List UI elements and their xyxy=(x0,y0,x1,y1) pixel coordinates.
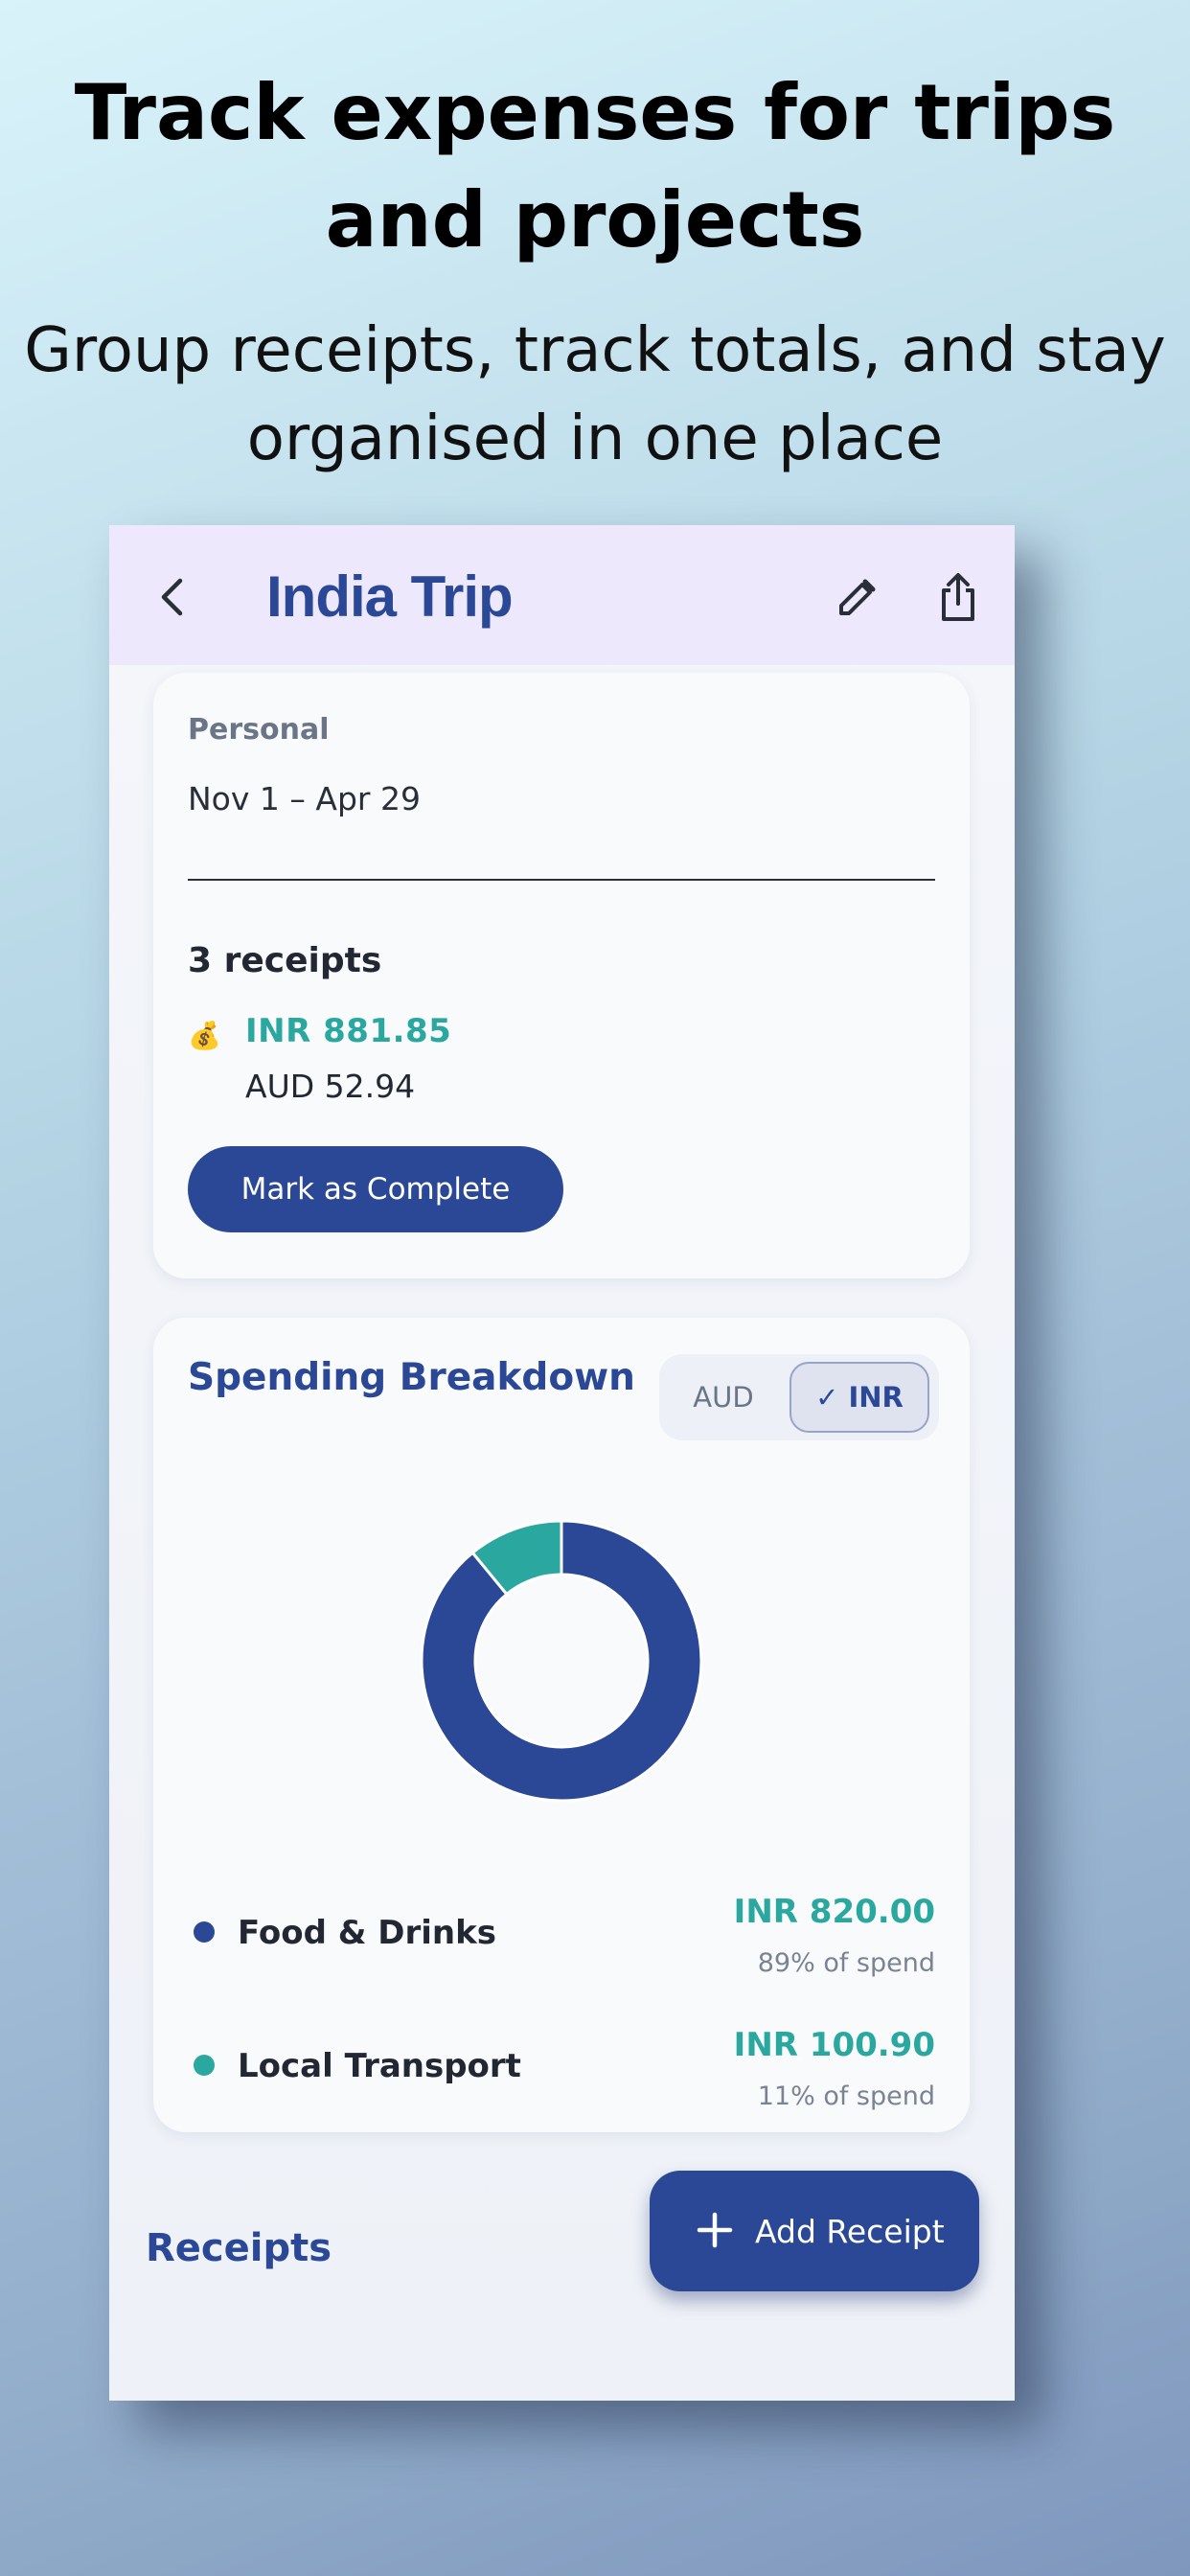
receipts-count: 3 receipts xyxy=(188,941,382,980)
check-icon: ✓ xyxy=(815,1381,839,1414)
trip-summary-card: Personal Nov 1 – Apr 29 3 receipts 💰 INR… xyxy=(153,673,970,1278)
share-icon[interactable] xyxy=(935,571,981,625)
currency-toggle: AUD ✓ INR xyxy=(659,1354,939,1440)
legend-dot xyxy=(194,2055,215,2076)
spending-breakdown-card: Spending Breakdown AUD ✓ INR Food & Drin… xyxy=(153,1318,970,2132)
divider xyxy=(188,879,935,881)
legend-name: Food & Drinks xyxy=(238,1914,496,1952)
total-secondary-currency: AUD 52.94 xyxy=(245,1068,416,1105)
page-title: India Trip xyxy=(266,564,514,629)
donut-chart xyxy=(420,1519,703,1803)
promo-subhead: Group receipts, track totals, and stay o… xyxy=(24,315,1166,474)
category-label: Personal xyxy=(188,713,330,747)
phone-screen: India Trip Personal Nov 1 – Apr 29 3 rec… xyxy=(109,525,1015,2401)
legend-share: 11% of spend xyxy=(757,2082,935,2111)
plus-icon xyxy=(692,2207,738,2253)
receipts-section-title: Receipts xyxy=(146,2226,332,2270)
legend-amount: INR 100.90 xyxy=(733,2026,935,2064)
pencil-icon[interactable] xyxy=(834,575,880,621)
money-bag-icon: 💰 xyxy=(188,1020,221,1051)
total-primary-currency: INR 881.85 xyxy=(245,1012,452,1050)
legend-item-local-transport[interactable]: Local Transport INR 100.90 11% of spend xyxy=(188,2026,935,2122)
add-receipt-label: Add Receipt xyxy=(755,2213,945,2250)
add-receipt-button[interactable]: Add Receipt xyxy=(650,2171,979,2291)
mark-complete-button[interactable]: Mark as Complete xyxy=(188,1146,563,1232)
date-range: Nov 1 – Apr 29 xyxy=(188,780,421,817)
back-arrow-icon[interactable] xyxy=(149,573,197,621)
currency-option-aud[interactable]: AUD xyxy=(659,1354,788,1440)
legend-share: 89% of spend xyxy=(757,1948,935,1978)
promo-headline: Track expenses for trips and projects xyxy=(74,68,1116,264)
legend-item-food-drinks[interactable]: Food & Drinks INR 820.00 89% of spend xyxy=(188,1893,935,1989)
legend-amount: INR 820.00 xyxy=(733,1893,935,1931)
currency-option-inr[interactable]: ✓ INR xyxy=(790,1362,929,1433)
legend-name: Local Transport xyxy=(238,2047,521,2085)
currency-option-inr-label: INR xyxy=(848,1381,904,1414)
app-bar: India Trip xyxy=(109,525,1015,665)
legend-dot xyxy=(194,1921,215,1943)
breakdown-title: Spending Breakdown xyxy=(188,1356,635,1399)
